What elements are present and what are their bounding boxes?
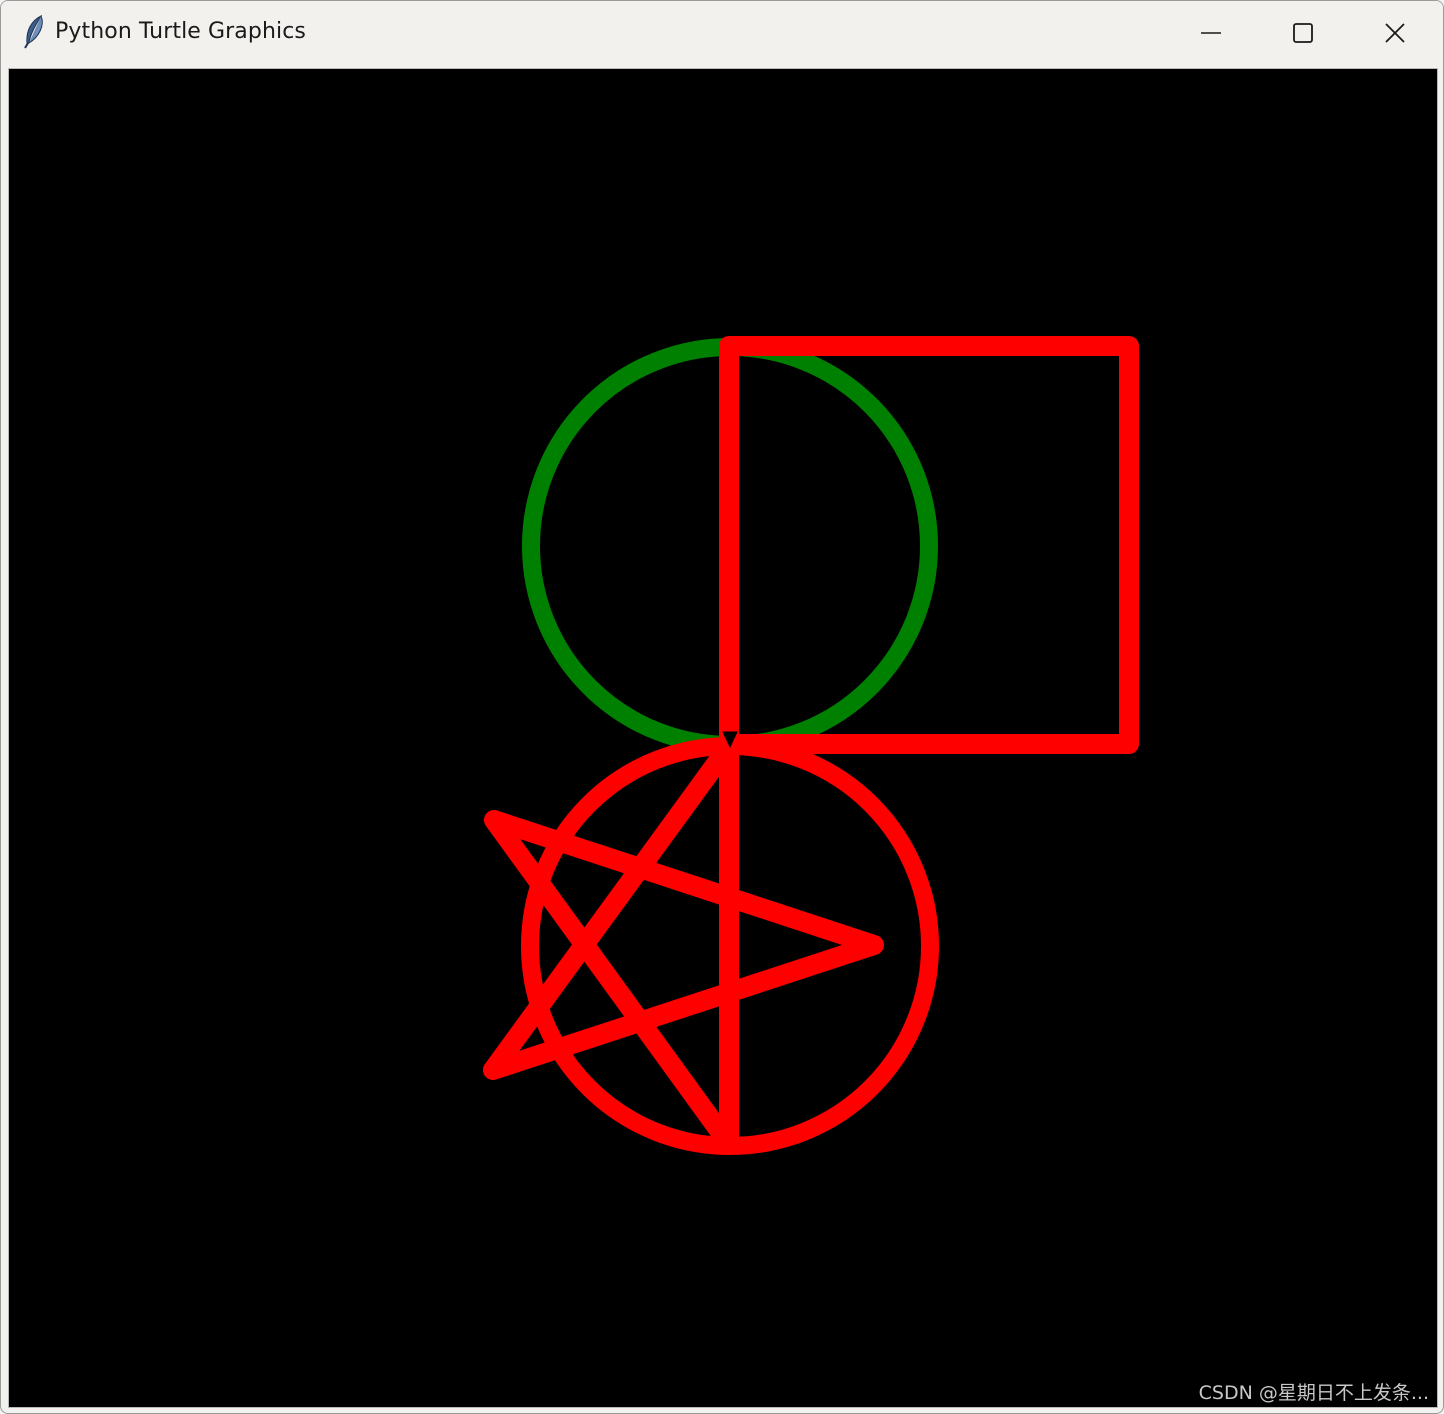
- minimize-button[interactable]: [1165, 1, 1257, 65]
- title-bar[interactable]: Python Turtle Graphics: [1, 1, 1443, 67]
- turtle-canvas[interactable]: [8, 68, 1438, 1408]
- window-title: Python Turtle Graphics: [55, 19, 306, 44]
- watermark: CSDN @星期日不上发条...: [1198, 1382, 1429, 1404]
- maximize-button[interactable]: [1257, 1, 1349, 65]
- maximize-icon: [1292, 22, 1314, 44]
- drawing-surface: [483, 336, 1139, 1155]
- minimize-icon: [1200, 22, 1222, 44]
- close-button[interactable]: [1349, 1, 1441, 65]
- close-icon: [1384, 22, 1406, 44]
- feather-icon: [21, 14, 47, 49]
- red-star: [483, 736, 884, 1154]
- turtle-window: Python Turtle Graphics CSDN @星期日不上发条...: [0, 0, 1444, 1414]
